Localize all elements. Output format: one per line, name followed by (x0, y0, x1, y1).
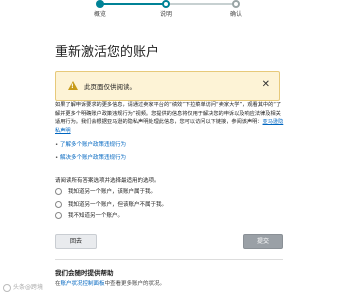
question-prompt: 请阅读所有答案选项并选择最适用的选项。 (55, 178, 160, 184)
stepper-line-pending (166, 3, 236, 5)
step-dot-confirm (232, 0, 240, 8)
help-text: 在账户状况控制面板中查看更多账户的状况。 (55, 281, 166, 287)
alert-text: 此页面仅供阅读。 (84, 83, 136, 91)
instructions-paragraph: 如果了解申诉要求的更多信息，请通过卖家平台的“绩效”下拉菜单访问“卖家大学”，观… (55, 101, 285, 135)
watermark-logo-icon (3, 283, 11, 292)
step-label-confirm: 确认 (229, 11, 242, 18)
account-health-dashboard-link[interactable]: 账户状况控制面板 (61, 281, 105, 287)
radio-button[interactable] (55, 212, 62, 219)
info-alert: ! 此页面仅供阅读。 ✕ (55, 71, 280, 101)
page-title: 重新激活您的账户 (55, 45, 160, 60)
radio-button[interactable] (55, 188, 62, 195)
learn-multiple-accounts-link[interactable]: 了解多个账户政策违规行为 (55, 139, 126, 152)
submit-button[interactable]: 提交 (243, 234, 283, 249)
watermark: 头条@跨境 (3, 282, 43, 292)
section-divider (55, 259, 283, 260)
option-unknown-account[interactable]: 我不知道另一个账户。 (55, 211, 123, 221)
resolve-multiple-accounts-link[interactable]: 解决多个账户政策违规行为 (55, 152, 126, 165)
step-label-overview: 概览 (93, 11, 106, 18)
stepper-line-complete (100, 3, 166, 5)
help-title: 我们会随时提供帮助 (55, 269, 114, 277)
help-links: 了解多个账户政策违规行为 解决多个账户政策违规行为 (55, 139, 126, 165)
step-dot-instructions (162, 0, 170, 8)
instructions-text: 如果了解申诉要求的更多信息，请通过卖家平台的“绩效”下拉菜单访问“卖家大学”，观… (55, 102, 282, 126)
option-not-own-account[interactable]: 我知道另一个账户，但该账户不属于我。 (55, 200, 167, 210)
option-own-account[interactable]: 我知道另一个账户，该账户属于我。 (55, 187, 156, 197)
option-label: 我知道另一个账户，但该账户不属于我。 (68, 202, 168, 208)
progress-stepper: 概览 说明 确认 (0, 0, 340, 24)
step-label-instructions: 说明 (159, 11, 172, 18)
option-label: 我不知道另一个账户。 (68, 213, 124, 219)
option-label: 我知道另一个账户，该账户属于我。 (68, 189, 157, 195)
back-button[interactable]: 回去 (55, 234, 97, 249)
radio-button[interactable] (55, 201, 62, 208)
step-dot-overview (96, 0, 104, 8)
close-icon[interactable]: ✕ (262, 79, 270, 90)
